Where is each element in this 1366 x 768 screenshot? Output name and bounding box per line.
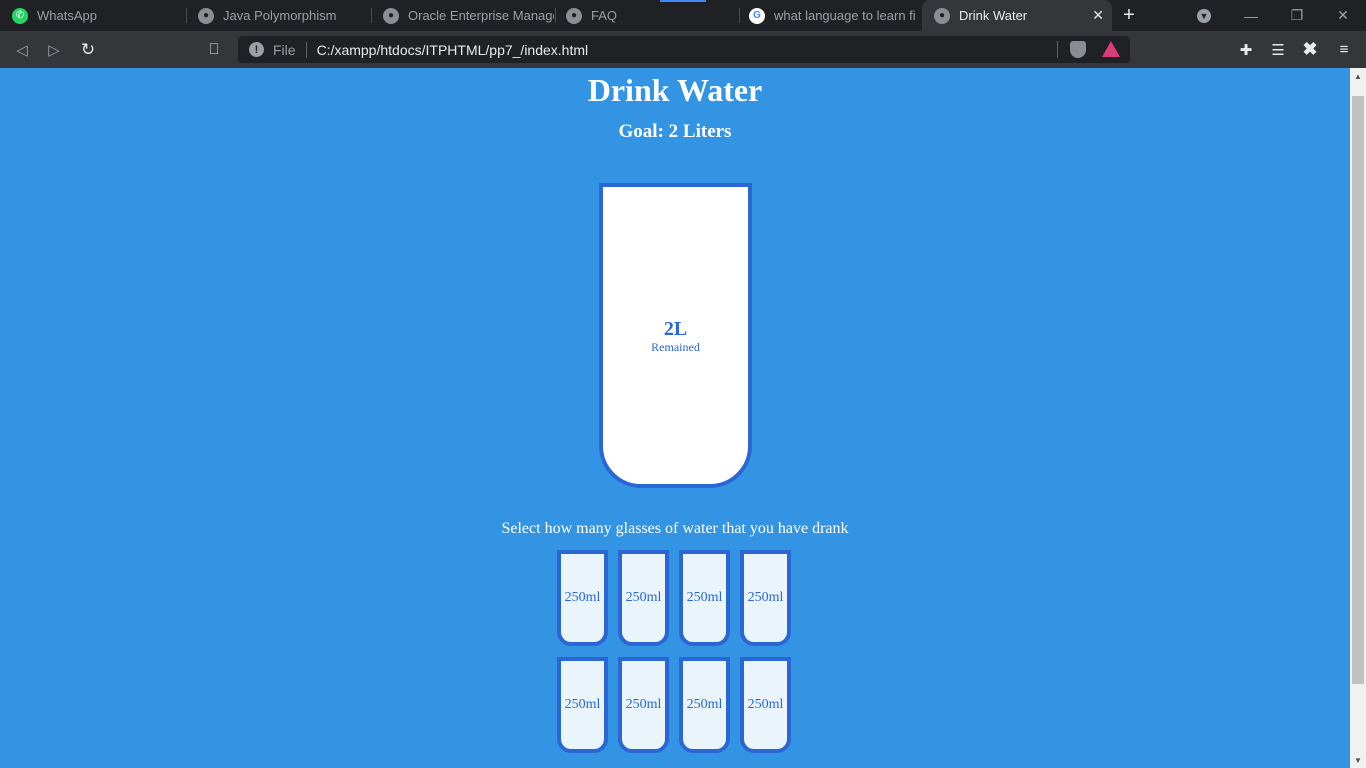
small-cup[interactable]: 250ml (679, 657, 730, 753)
globe-icon: ● (198, 7, 214, 24)
scroll-down-arrow-icon[interactable]: ▼ (1350, 752, 1366, 768)
playlist-icon: ☰ (1271, 41, 1285, 59)
tab-title: what language to learn first (774, 8, 916, 23)
tab-oracle-enterprise-manager[interactable]: ● Oracle Enterprise Manager (371, 0, 554, 31)
minimize-button[interactable]: — (1228, 0, 1274, 31)
tab-google-search[interactable]: G what language to learn first (737, 0, 920, 31)
goal-text: Goal: 2 Liters (618, 121, 732, 142)
minimize-icon: — (1244, 7, 1258, 24)
tab-drink-water[interactable]: ● Drink Water ✕ (922, 0, 1112, 31)
globe-icon: ● (934, 7, 950, 24)
omnibox-separator (1057, 41, 1058, 58)
tab-java-polymorphism[interactable]: ● Java Polymorphism (186, 0, 370, 31)
remained-value: 2L (663, 317, 688, 340)
new-tab-button[interactable]: + (1115, 0, 1143, 31)
puzzle-icon: ✚ (1239, 41, 1253, 59)
page-viewport: Drink Water Goal: 2 Liters 2L Remained S… (0, 68, 1350, 768)
page-scrollbar[interactable]: ▲ ▼ (1350, 68, 1366, 768)
tab-faq[interactable]: ● FAQ (554, 0, 737, 31)
media-button[interactable]: ☰ (1264, 31, 1292, 68)
globe-icon: ● (383, 7, 399, 24)
small-cup[interactable]: 250ml (557, 550, 608, 646)
profile-button[interactable]: ✖ (1296, 31, 1324, 68)
tab-title: WhatsApp (37, 8, 97, 23)
restore-icon: ❐ (1290, 7, 1304, 23)
browser-toolbar: ◁ ▷ ↻ ⎕ ! File C:/xampp/htdocs/ITPHTML/p… (0, 31, 1366, 68)
tab-search-button[interactable]: ▼ (1190, 0, 1218, 31)
extensions-button[interactable]: ✚ (1232, 31, 1260, 68)
instructions-text: Select how many glasses of water that yo… (501, 520, 849, 537)
scheme-label: File (273, 41, 296, 58)
small-cup[interactable]: 250ml (557, 657, 608, 753)
google-icon: G (749, 7, 765, 24)
remained-label: Remained (651, 339, 700, 354)
small-cup[interactable]: 250ml (618, 550, 669, 646)
tab-title: Oracle Enterprise Manager (408, 8, 554, 23)
info-icon[interactable]: ! (249, 42, 264, 57)
chevron-down-icon: ▼ (1197, 8, 1211, 23)
bookmark-icon: ⎕ (209, 41, 219, 58)
omnibox-separator (305, 41, 307, 58)
scroll-up-arrow-icon[interactable]: ▲ (1350, 68, 1366, 84)
tab-whatsapp[interactable]: ✆ WhatsApp (0, 0, 185, 31)
profile-x-icon: ✖ (1302, 39, 1318, 59)
small-cup[interactable]: 250ml (740, 657, 791, 753)
address-bar[interactable]: ! File C:/xampp/htdocs/ITPHTML/pp7_/inde… (238, 36, 1130, 63)
close-icon[interactable]: ✕ (1092, 7, 1104, 24)
tab-title: Java Polymorphism (223, 8, 337, 23)
scrollbar-thumb[interactable] (1352, 96, 1364, 684)
globe-icon: ● (566, 7, 582, 24)
tab-title: Drink Water (959, 8, 1028, 23)
tab-title: FAQ (591, 8, 618, 23)
small-cup[interactable]: 250ml (618, 657, 669, 753)
bookmark-button[interactable]: ⎕ (200, 31, 228, 68)
big-cup: 2L Remained (599, 183, 752, 488)
back-arrow-icon: ◁ (16, 41, 28, 59)
tab-strip: ✆ WhatsApp ● Java Polymorphism ● Oracle … (0, 0, 1366, 31)
small-cup[interactable]: 250ml (679, 550, 730, 646)
reload-button[interactable]: ↻ (74, 31, 102, 68)
back-button[interactable]: ◁ (8, 31, 36, 68)
reload-icon: ↻ (80, 39, 96, 59)
brave-rewards-icon[interactable] (1102, 41, 1120, 57)
window-close-button[interactable]: ✕ (1320, 0, 1366, 31)
restore-button[interactable]: ❐ (1274, 0, 1320, 31)
brave-shields-icon[interactable] (1070, 41, 1086, 58)
hamburger-menu-icon: ≡ (1339, 41, 1349, 58)
forward-button[interactable]: ▷ (40, 31, 68, 68)
close-icon: ✕ (1337, 7, 1349, 23)
whatsapp-icon: ✆ (12, 7, 28, 24)
small-cup[interactable]: 250ml (740, 550, 791, 646)
url-text[interactable]: C:/xampp/htdocs/ITPHTML/pp7_/index.html (317, 42, 589, 58)
forward-arrow-icon: ▷ (48, 41, 60, 59)
page-title: Drink Water (587, 72, 763, 108)
menu-button[interactable]: ≡ (1330, 31, 1358, 68)
